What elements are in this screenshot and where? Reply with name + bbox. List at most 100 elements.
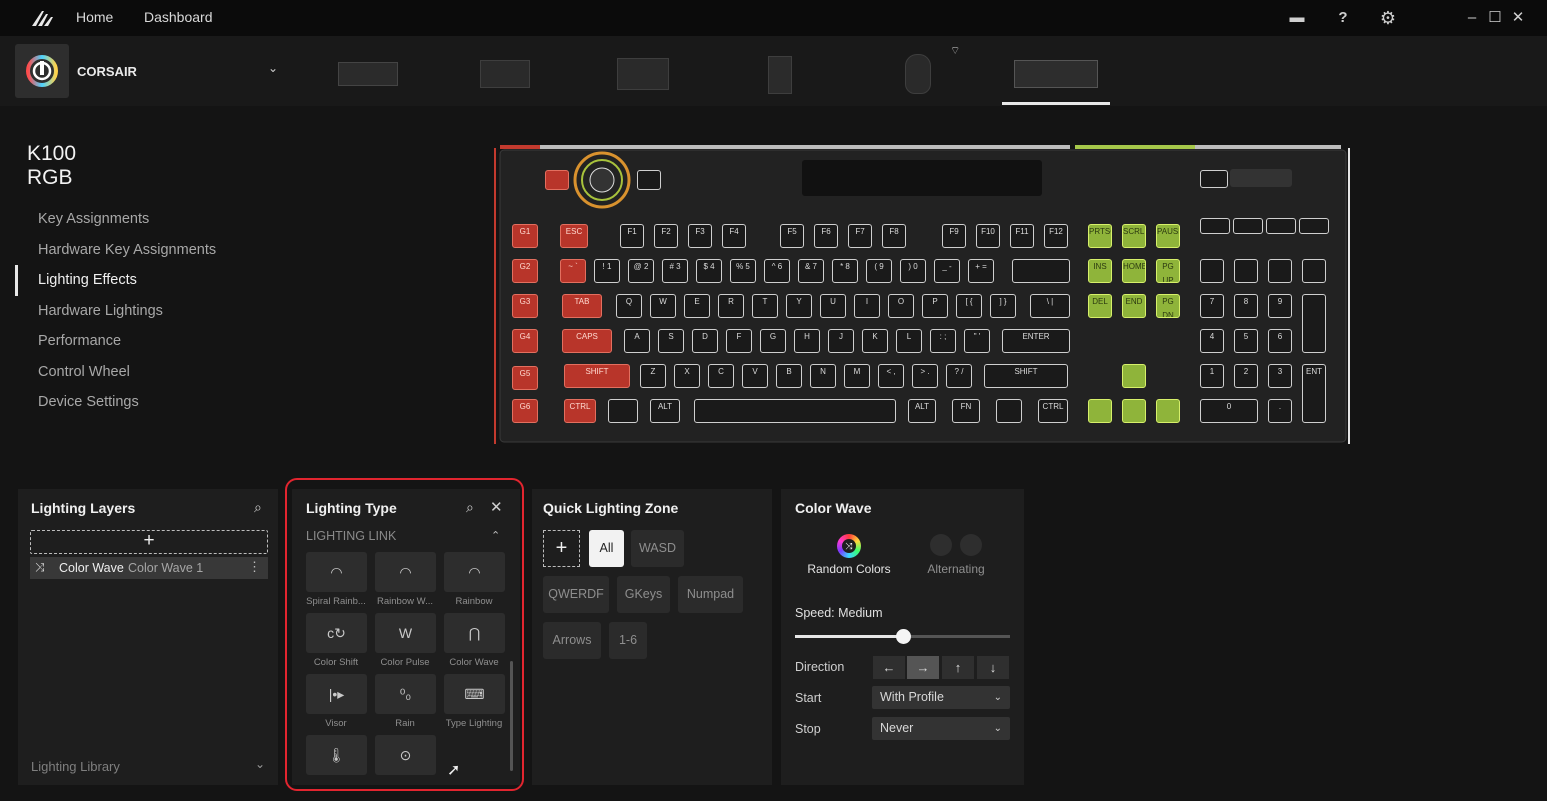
effect-tile-temperature[interactable]: 🌡 <box>306 735 367 775</box>
device-hub[interactable] <box>617 58 669 90</box>
key-rshift[interactable]: SHIFT <box>984 364 1068 388</box>
lock-key[interactable] <box>637 170 661 190</box>
key-row3-5[interactable]: G <box>760 329 786 353</box>
key-row1-12[interactable]: + = <box>968 259 994 283</box>
key-numpad-5[interactable]: 6 <box>1268 329 1292 353</box>
media-key-1[interactable] <box>1233 218 1263 234</box>
key-g6[interactable]: G6 <box>512 399 538 423</box>
key-space[interactable] <box>694 399 896 423</box>
effect-tile-rain[interactable]: ⁰₀ <box>375 674 436 714</box>
key-enter[interactable]: ENTER <box>1002 329 1070 353</box>
key-numpad-0[interactable]: 7 <box>1200 294 1224 318</box>
key-f11[interactable]: F11 <box>1010 224 1034 248</box>
mute-key[interactable] <box>1200 170 1228 188</box>
key-win[interactable] <box>608 399 638 423</box>
key-row3-7[interactable]: J <box>828 329 854 353</box>
key-row4-8[interactable]: < , <box>878 364 904 388</box>
key-row1-1[interactable]: ! 1 <box>594 259 620 283</box>
key-row4-4[interactable]: V <box>742 364 768 388</box>
arrow-down-icon[interactable]: ↓ <box>977 656 1009 679</box>
nav-hardware-lightings[interactable]: Hardware Lightings <box>38 303 163 319</box>
icue-icon[interactable] <box>15 44 69 98</box>
key-numpad-6[interactable]: 1 <box>1200 364 1224 388</box>
zone-all[interactable]: All <box>589 530 624 567</box>
key-numpad-3[interactable]: 4 <box>1200 329 1224 353</box>
key-num-enter[interactable]: ENT <box>1302 364 1326 423</box>
key-nav_top-0[interactable]: PRTSC <box>1088 224 1112 248</box>
key-f5[interactable]: F5 <box>780 224 804 248</box>
key-row1-2[interactable]: @ 2 <box>628 259 654 283</box>
key-row4-6[interactable]: N <box>810 364 836 388</box>
random-colors-icon[interactable]: ⤨ <box>837 534 861 558</box>
corsair-logo[interactable] <box>30 8 56 28</box>
random-colors-label[interactable]: Random Colors <box>795 562 903 576</box>
key-row1-11[interactable]: _ - <box>934 259 960 283</box>
arrow-up-icon[interactable]: ↑ <box>942 656 974 679</box>
key-row3-1[interactable]: A <box>624 329 650 353</box>
device-controller[interactable] <box>480 60 530 88</box>
key-backslash[interactable]: \ | <box>1030 294 1070 318</box>
key-lctrl[interactable]: CTRL <box>564 399 596 423</box>
start-dropdown[interactable]: With Profile ⌄ <box>872 686 1010 709</box>
key-g4[interactable]: G4 <box>512 329 538 353</box>
key-row1-7[interactable]: & 7 <box>798 259 824 283</box>
nav-hardware-key-assignments[interactable]: Hardware Key Assignments <box>38 242 216 258</box>
media-key-2[interactable] <box>1266 218 1296 234</box>
key-row4-1[interactable]: Z <box>640 364 666 388</box>
key-row3-9[interactable]: L <box>896 329 922 353</box>
arrow-left-icon[interactable]: ← <box>873 656 905 679</box>
key-fn[interactable]: FN <box>952 399 980 423</box>
effect-tile-type-lighting[interactable]: ⌨ <box>444 674 505 714</box>
key-numpad-1[interactable]: 8 <box>1234 294 1258 318</box>
key-row3-10[interactable]: : ; <box>930 329 956 353</box>
key-row4-7[interactable]: M <box>844 364 870 388</box>
key-f3[interactable]: F3 <box>688 224 712 248</box>
key-arrow-right[interactable] <box>1156 399 1180 423</box>
arrow-right-icon[interactable]: → <box>907 656 939 679</box>
key-ralt[interactable]: ALT <box>908 399 936 423</box>
layer-row[interactable]: ⤨ Color Wave Color Wave 1 ⋮ <box>30 557 268 579</box>
key-row2-1[interactable]: Q <box>616 294 642 318</box>
key-row4-10[interactable]: ? / <box>946 364 972 388</box>
key-numpad-7[interactable]: 2 <box>1234 364 1258 388</box>
keyboard-preview[interactable]: G1 G2 G3 G4 G5 G6 ESC F1 F2 F3 F4 F5 F6 F7 F8 F9 F10 F11 F… <box>490 142 1354 446</box>
key-lshift[interactable]: SHIFT <box>564 364 630 388</box>
maximize-icon[interactable]: ☐ <box>1485 8 1505 28</box>
zone-numpad[interactable]: Numpad <box>678 576 743 613</box>
key-backspace[interactable] <box>1012 259 1070 283</box>
profile-key[interactable] <box>545 170 569 190</box>
alternating-color-1[interactable] <box>930 534 952 556</box>
dashboard-link[interactable]: Dashboard <box>144 9 213 25</box>
key-numpad-4[interactable]: 5 <box>1234 329 1258 353</box>
chevron-down-icon[interactable]: ⌄ <box>268 61 278 75</box>
key-f12[interactable]: F12 <box>1044 224 1068 248</box>
gear-icon[interactable]: ⚙ <box>1378 8 1398 28</box>
key-rctrl[interactable]: CTRL <box>1038 399 1068 423</box>
key-numlock[interactable] <box>1200 259 1224 283</box>
alternating-label[interactable]: Alternating <box>910 562 1002 576</box>
key-g5[interactable]: G5 <box>512 366 538 390</box>
key-row4-3[interactable]: C <box>708 364 734 388</box>
effect-tile-spiral-rainb[interactable]: ◠ <box>306 552 367 592</box>
key-nav_top-2[interactable]: PAUSE <box>1156 224 1180 248</box>
nav-control-wheel[interactable]: Control Wheel <box>38 364 130 380</box>
lighting-library-toggle[interactable]: Lighting Library <box>31 759 120 774</box>
device-ram[interactable] <box>338 62 398 86</box>
key-numpad-9[interactable]: 0 <box>1200 399 1258 423</box>
device-mouse[interactable] <box>905 54 931 94</box>
nav-key-assignments[interactable]: Key Assignments <box>38 211 149 227</box>
effect-tile-rainbow-w[interactable]: ◜◝ <box>375 552 436 592</box>
key-row2-7[interactable]: U <box>820 294 846 318</box>
key-arrow-down[interactable] <box>1122 399 1146 423</box>
key-row1-3[interactable]: # 3 <box>662 259 688 283</box>
key-row1-5[interactable]: % 5 <box>730 259 756 283</box>
effect-tile-color-wave[interactable]: ⋂ <box>444 613 505 653</box>
key-nav_bot-0[interactable]: DEL <box>1088 294 1112 318</box>
key-row2-12[interactable]: ] } <box>990 294 1016 318</box>
add-layer-button[interactable]: + <box>30 530 268 554</box>
key-row1-10[interactable]: ) 0 <box>900 259 926 283</box>
key-g3[interactable]: G3 <box>512 294 538 318</box>
scrollbar[interactable] <box>510 661 513 771</box>
key-num-divide[interactable] <box>1234 259 1258 283</box>
zone-qwerdf[interactable]: QWERDF <box>543 576 609 613</box>
